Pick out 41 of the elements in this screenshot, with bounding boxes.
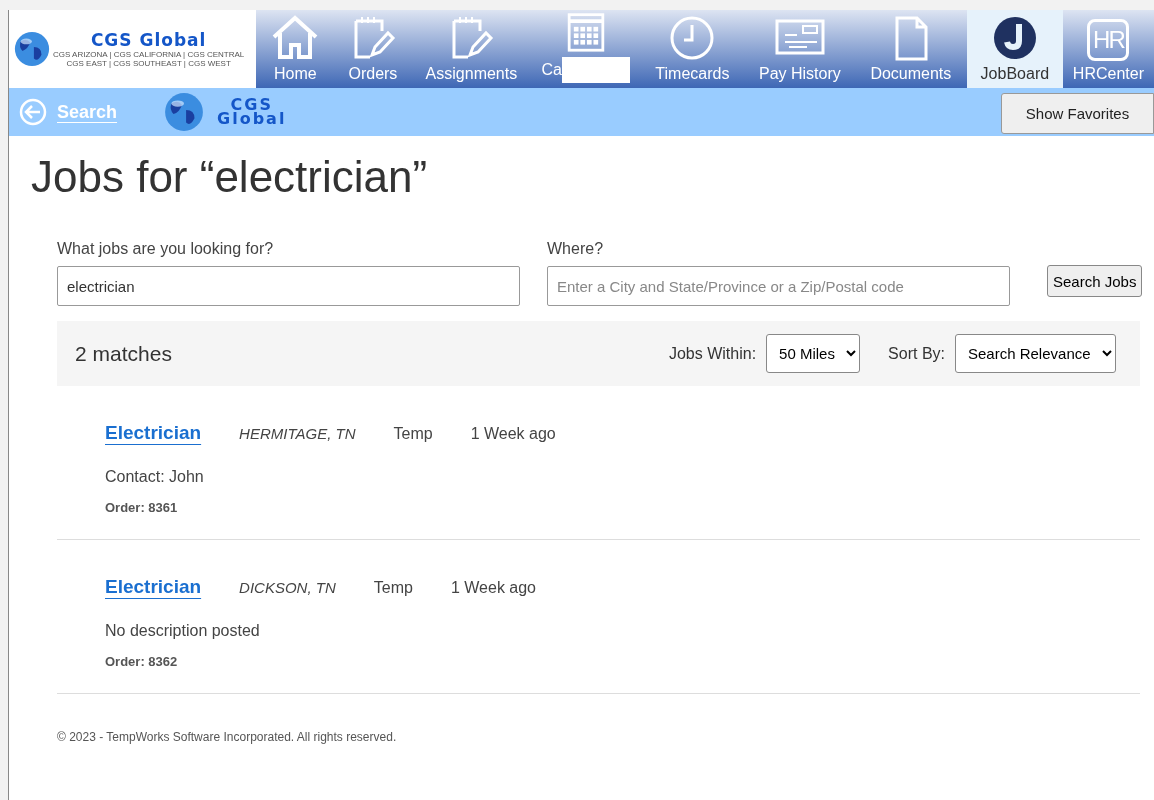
job-location: DICKSON, TN <box>239 579 336 596</box>
logo-tagline: CGS ARIZONA | CGS CALIFORNIA | CGS CENTRAL <box>53 50 245 59</box>
hr-badge-icon: HR <box>1087 19 1130 61</box>
job-description: Contact: John <box>105 468 205 486</box>
nav-tab[interactable]: Timecards <box>639 10 745 88</box>
globe-icon <box>13 30 51 68</box>
copyright-text: © 2023 - TempWorks Software Incorporated. All rights reserved. <box>57 730 398 744</box>
sort-select[interactable]: Search Relevance <box>955 334 1116 373</box>
logo-name: CGS Global <box>90 30 207 50</box>
distance-select[interactable]: 50 Miles <box>766 334 861 373</box>
nav-tab[interactable]: Assignments <box>411 10 532 88</box>
nav-tab[interactable]: Pay History <box>744 10 855 88</box>
posted-date: 1 Week ago <box>450 579 536 597</box>
globe-icon <box>163 91 206 133</box>
job-location: HERMITAGE, TN <box>239 425 356 442</box>
logo-name: CGS Global <box>217 98 287 126</box>
job-title-link[interactable]: Electrician <box>105 576 202 598</box>
page-title: Jobs for “electrician” <box>31 152 429 202</box>
location-field[interactable]: Enter a City and State/Province or a Zip/Postal code <box>547 266 1010 306</box>
keyword-field[interactable]: electrician <box>57 266 520 306</box>
field-label: What jobs are you looking for? <box>57 240 275 258</box>
nav-tab[interactable]: Orders <box>334 10 412 88</box>
search-jobs-button[interactable]: Search Jobs <box>1047 265 1143 297</box>
job-title-link[interactable]: Electrician <box>105 422 202 444</box>
job-type: Temp <box>373 579 413 597</box>
order-number: Order: 8362 <box>105 654 179 669</box>
nav-tab[interactable]: Home <box>256 10 335 88</box>
nav-tab[interactable]: Ca <box>531 10 640 88</box>
match-count: 2 matches <box>75 341 172 366</box>
nav-tab[interactable]: JobBoard <box>966 10 1063 88</box>
job-description: No description posted <box>105 622 261 640</box>
order-number: Order: 8361 <box>105 500 179 515</box>
jobs-within-label: Jobs Within: <box>668 344 757 363</box>
job-type: Temp <box>393 425 433 443</box>
nav-tab[interactable]: HR HRCenter <box>1062 10 1154 88</box>
show-favorites-button[interactable]: Show Favorites <box>1001 93 1154 134</box>
field-label: Where? <box>547 240 605 258</box>
posted-date: 1 Week ago <box>470 425 556 443</box>
nav-tab[interactable]: Documents <box>854 10 967 88</box>
sort-by-label: Sort By: <box>888 344 945 363</box>
logo-tagline: CGS EAST | CGS SOUTHEAST | CGS WEST <box>66 59 231 68</box>
